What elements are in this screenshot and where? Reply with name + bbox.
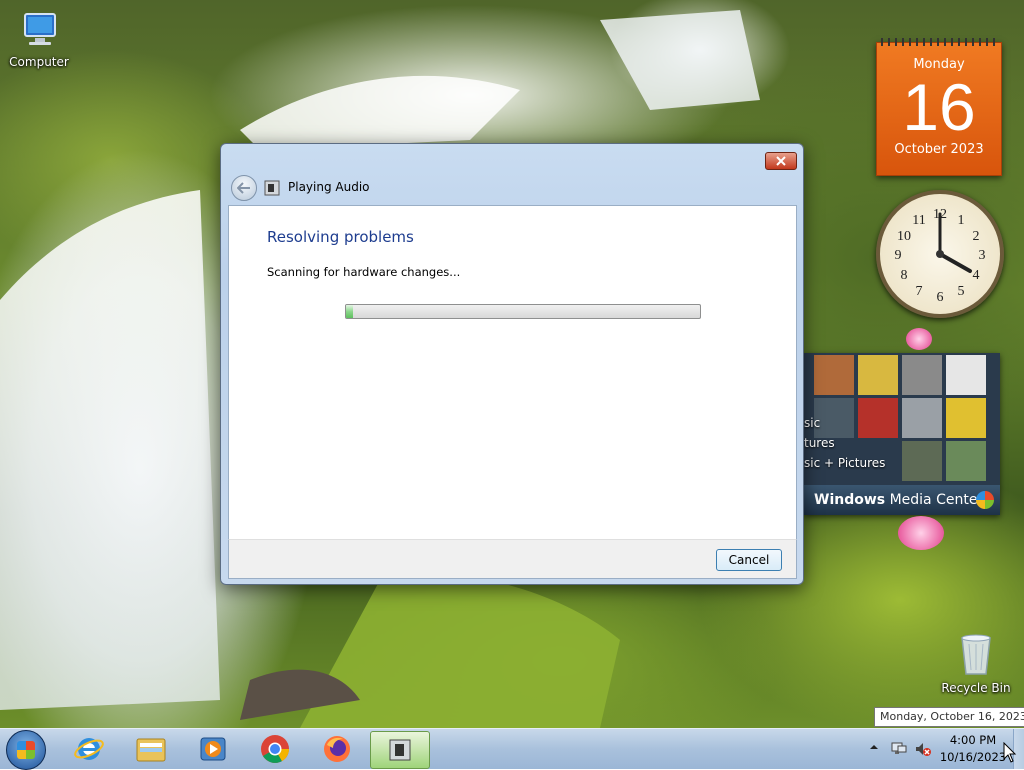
svg-text:9: 9 [895,248,902,263]
clock-face: 1212 345 678 91011 [895,207,986,305]
media-center-title-rest: Media Center [885,492,984,508]
volume-muted-icon [916,743,931,756]
media-menu-item-music[interactable]: sic [804,413,885,433]
taskbar-clock-time: 4:00 PM [949,733,997,747]
media-menu-item-music-pictures[interactable]: sic + Pictures [804,453,885,473]
calendar-month-year: October 2023 [894,142,984,157]
firefox-icon [324,736,350,762]
status-text: Scanning for hardware changes... [267,265,461,279]
recycle-bin-icon [961,634,991,675]
media-player-icon [200,737,226,761]
calendar-gadget[interactable]: Monday 16 October 2023 [876,38,1002,176]
calendar-day: 16 [902,70,976,144]
network-tray-button[interactable] [890,740,908,758]
svg-text:7: 7 [916,284,923,299]
svg-text:4: 4 [973,268,980,283]
mouse-cursor-icon [1003,742,1017,763]
media-center-gadget[interactable]: sic tures sic + Pictures Windows Media C… [804,353,1000,515]
media-tile [946,355,986,395]
media-tile [946,441,986,481]
troubleshooter-window[interactable]: Playing Audio Resolving problems Scannin… [220,143,804,585]
window-content: Resolving problems Scanning for hardware… [228,205,797,540]
media-tile [902,398,942,438]
flower-decoration [906,328,932,350]
back-button[interactable] [231,175,257,201]
window-footer: Cancel [228,539,797,579]
windows-logo-icon [17,741,35,759]
computer-icon-label: Computer [9,55,69,69]
windows-logo-icon [976,491,994,509]
svg-text:10: 10 [897,229,911,244]
recycle-bin-desktop-icon[interactable]: Recycle Bin [940,630,1012,695]
svg-text:8: 8 [901,268,908,283]
date-tooltip: Monday, October 16, 2023 [874,707,1024,727]
svg-text:5: 5 [958,284,965,299]
media-center-title-bold: Windows [814,492,886,508]
media-tile [902,441,942,481]
start-button[interactable] [6,730,46,770]
taskbar-internet-explorer[interactable] [60,731,118,767]
troubleshooter-app-icon [264,180,280,196]
svg-text:3: 3 [979,248,986,263]
progress-bar [345,304,701,319]
media-menu-item-pictures[interactable]: tures [804,433,885,453]
progress-fill [346,305,354,318]
svg-text:6: 6 [937,290,944,305]
volume-tray-button[interactable] [914,740,932,758]
svg-text:2: 2 [973,229,980,244]
computer-icon [24,13,56,45]
taskbar-clock[interactable]: 4:00 PM 10/16/2023 [938,732,1008,766]
cancel-button[interactable]: Cancel [716,549,782,571]
media-center-titlebar: Windows Media Center [804,485,1000,515]
chevron-up-icon [870,745,878,749]
internet-explorer-icon [74,738,104,760]
chrome-icon [261,735,289,763]
media-tile [814,355,854,395]
taskbar-google-chrome[interactable] [246,731,304,767]
back-arrow-icon [237,182,250,194]
page-heading: Resolving problems [267,228,414,246]
troubleshooter-app-icon [389,739,411,761]
media-tile [902,355,942,395]
svg-text:11: 11 [912,213,925,228]
folder-icon [136,738,166,762]
taskbar-troubleshooter-active[interactable] [370,731,430,769]
taskbar: 4:00 PM 10/16/2023 [0,728,1024,770]
clock-gadget[interactable]: 1212 345 678 91011 [876,190,1004,318]
computer-desktop-icon[interactable]: Computer [8,8,70,69]
close-button[interactable] [765,152,797,170]
taskbar-windows-explorer[interactable] [122,731,180,767]
media-tile [946,398,986,438]
flower-decoration [898,516,944,550]
taskbar-clock-date: 10/16/2023 [939,750,1007,764]
window-title: Playing Audio [288,180,370,194]
recycle-bin-label: Recycle Bin [941,681,1011,695]
media-center-menu: sic tures sic + Pictures [804,413,885,473]
calendar-rings [881,38,997,46]
show-hidden-icons-button[interactable] [868,741,880,755]
network-icon [891,742,907,754]
media-tile [858,355,898,395]
close-icon [776,156,786,166]
taskbar-windows-media-player[interactable] [184,731,242,767]
taskbar-mozilla-firefox[interactable] [308,731,366,767]
svg-text:1: 1 [958,213,965,228]
